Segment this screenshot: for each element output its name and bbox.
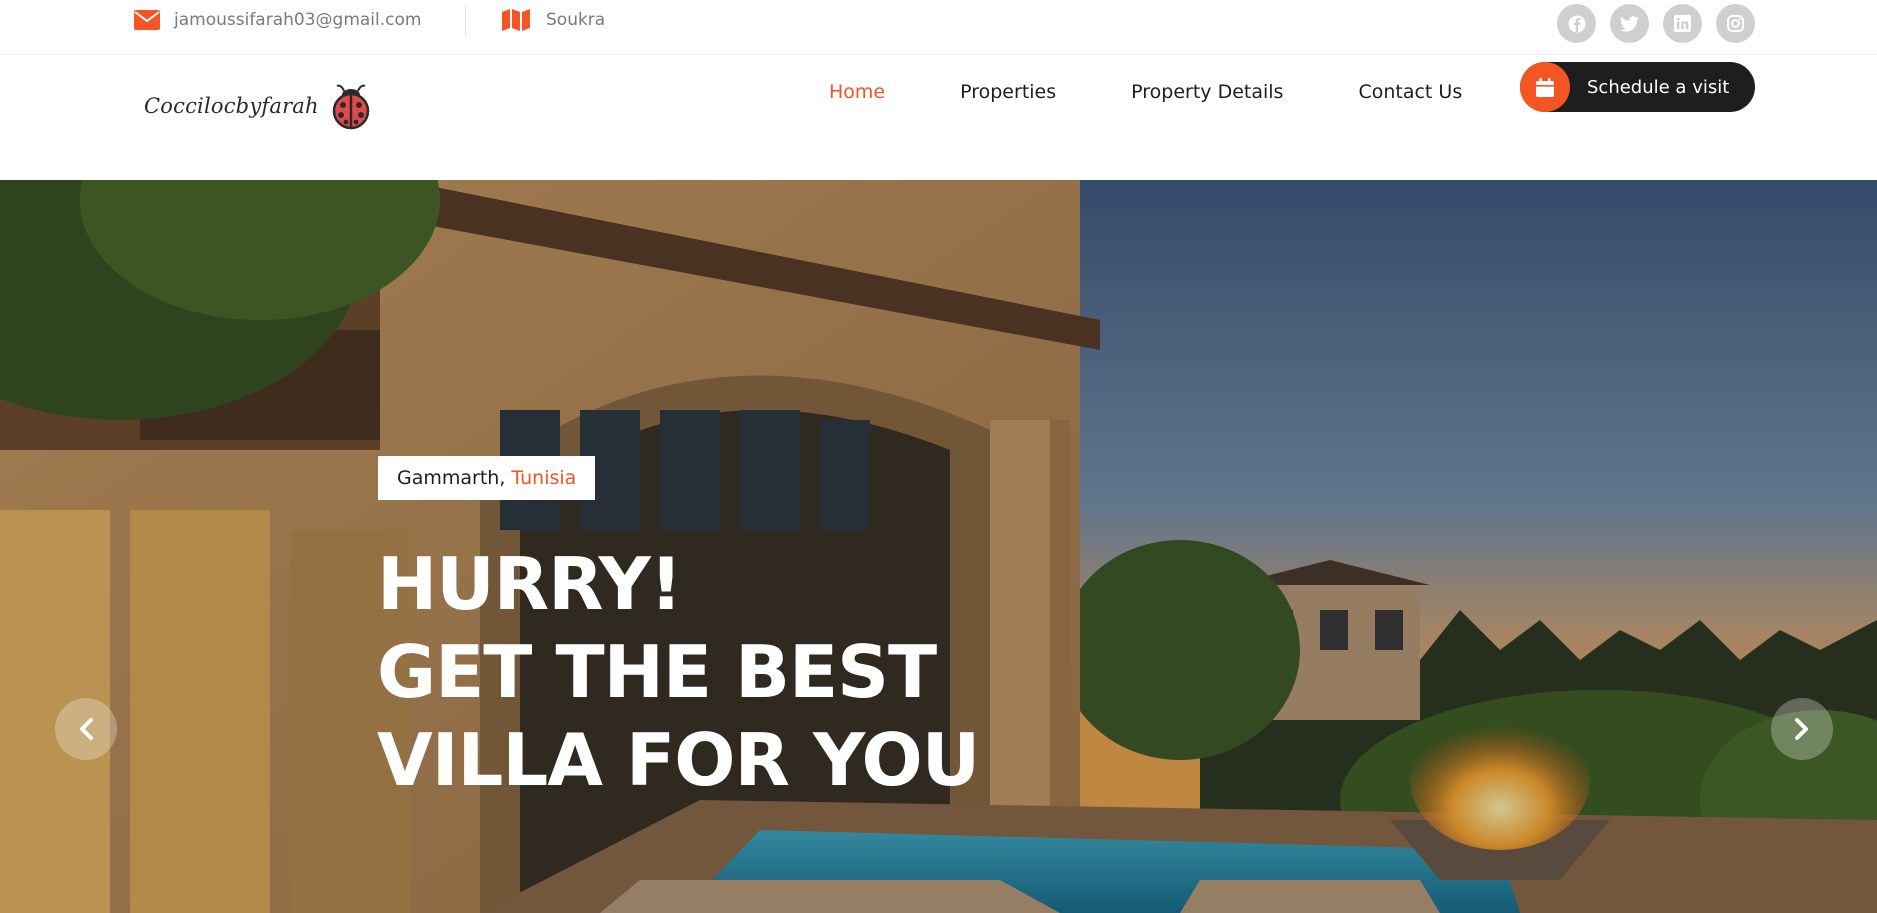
nav-properties[interactable]: Properties bbox=[960, 81, 1056, 103]
nav-home[interactable]: Home bbox=[829, 81, 885, 103]
logo-text: Coccilocbyfarah bbox=[144, 94, 319, 118]
hero-title-line-1: HURRY! bbox=[377, 542, 683, 626]
hero-title-line-2: GET THE BEST bbox=[377, 630, 937, 714]
instagram-icon bbox=[1727, 15, 1744, 32]
location-country: Tunisia bbox=[511, 467, 577, 489]
facebook-link[interactable] bbox=[1557, 4, 1596, 43]
contact-email[interactable]: jamoussifarah03@gmail.com bbox=[134, 0, 421, 40]
chevron-right-icon bbox=[1795, 718, 1808, 740]
linkedin-icon bbox=[1674, 15, 1691, 32]
linkedin-link[interactable] bbox=[1663, 4, 1702, 43]
location-badge: Gammarth, Tunisia bbox=[378, 456, 596, 500]
main-nav: Home Properties Property Details Contact… bbox=[829, 68, 1462, 116]
schedule-visit-label: Schedule a visit bbox=[1587, 76, 1730, 98]
nav-property-details[interactable]: Property Details bbox=[1131, 81, 1283, 103]
twitter-icon bbox=[1620, 15, 1639, 32]
contact-location-text: Soukra bbox=[546, 10, 606, 30]
calendar-icon bbox=[1536, 77, 1554, 97]
chevron-left-icon bbox=[80, 718, 93, 740]
hero-title-line-3: VILLA FOR YOU bbox=[377, 718, 980, 802]
hero-title: HURRY! GET THE BEST VILLA FOR YOU bbox=[377, 540, 980, 804]
map-icon bbox=[502, 9, 530, 31]
twitter-link[interactable] bbox=[1610, 4, 1649, 43]
contact-email-text: jamoussifarah03@gmail.com bbox=[174, 10, 422, 30]
schedule-visit-button[interactable]: Schedule a visit bbox=[1520, 62, 1755, 112]
contact-location: Soukra bbox=[502, 0, 605, 40]
calendar-icon-wrap bbox=[1520, 62, 1570, 112]
social-links bbox=[1557, 4, 1755, 43]
top-info-bar: jamoussifarah03@gmail.com Soukra bbox=[0, 0, 1877, 55]
slider-next-button[interactable] bbox=[1771, 698, 1833, 760]
facebook-icon bbox=[1568, 15, 1585, 32]
envelope-icon bbox=[134, 10, 160, 30]
site-header: Coccilocbyfarah Home Properties Property… bbox=[0, 56, 1877, 180]
hero-slider: Gammarth, Tunisia HURRY! GET THE BEST VI… bbox=[0, 180, 1877, 913]
info-divider bbox=[465, 6, 466, 36]
instagram-link[interactable] bbox=[1716, 4, 1755, 43]
slider-prev-button[interactable] bbox=[55, 698, 117, 760]
site-logo[interactable]: Coccilocbyfarah bbox=[144, 74, 373, 138]
nav-contact-us[interactable]: Contact Us bbox=[1358, 81, 1462, 103]
location-city: Gammarth, bbox=[397, 467, 506, 489]
ladybug-icon bbox=[332, 84, 370, 130]
